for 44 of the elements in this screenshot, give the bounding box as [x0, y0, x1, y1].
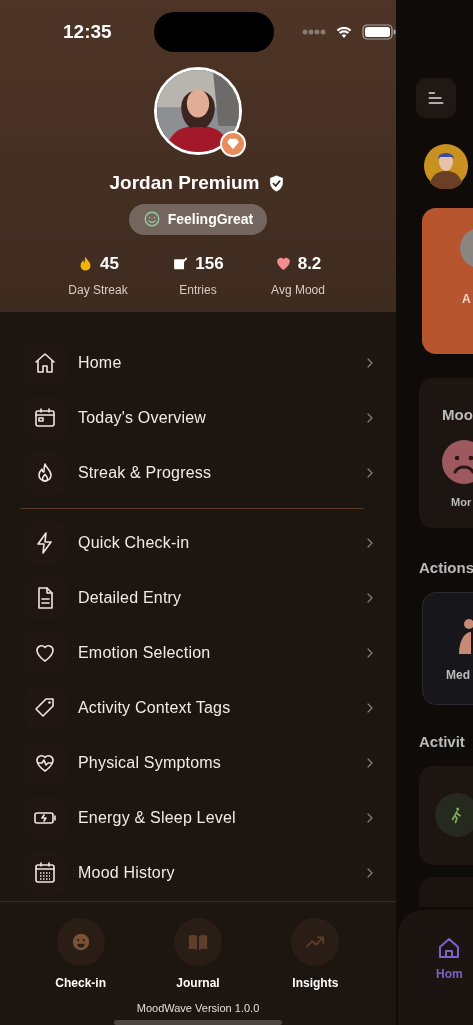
- menu-item[interactable]: Emotion Selection: [78, 641, 352, 665]
- stat-label: Avg Mood: [271, 282, 325, 299]
- diamond-icon: [226, 137, 240, 151]
- stat-value: 8.2: [297, 252, 322, 275]
- menu-item[interactable]: Streak & Progress: [78, 461, 352, 485]
- smiley-icon: [142, 210, 161, 228]
- home-tab[interactable]: Hom: [436, 936, 463, 983]
- menu-item[interactable]: Today's Overview: [78, 406, 352, 430]
- section-title: Activit: [419, 732, 465, 752]
- menu-item[interactable]: Energy & Sleep Level: [78, 806, 352, 830]
- calendar-grid-icon: [33, 861, 57, 885]
- mood-card-title: Moo: [442, 405, 473, 425]
- avatar-icon[interactable]: [424, 143, 468, 189]
- user-name: Jordan Premium: [109, 171, 260, 195]
- signal-icon: [302, 29, 326, 35]
- menu-item[interactable]: Mood History: [78, 861, 352, 885]
- action-tile[interactable]: [422, 592, 473, 705]
- menu-item[interactable]: Physical Symptoms: [78, 751, 352, 775]
- menu-button[interactable]: [416, 78, 456, 118]
- section-title: Actions: [419, 558, 473, 578]
- menu-item[interactable]: Home: [78, 351, 352, 375]
- home-icon: [437, 936, 462, 960]
- menu-item[interactable]: Activity Context Tags: [78, 696, 352, 720]
- menu-item[interactable]: Quick Check-in: [78, 531, 352, 555]
- mood-option-label: Mor: [451, 495, 472, 510]
- menu-item[interactable]: Detailed Entry: [78, 586, 352, 610]
- tag-icon: [33, 696, 57, 720]
- quick-action-button[interactable]: Journal: [153, 917, 243, 992]
- wifi-icon: [334, 24, 354, 40]
- stat-value: 156: [195, 252, 224, 275]
- home-icon: [33, 351, 57, 375]
- mood-badge: FeelingGreat: [128, 203, 268, 235]
- quick-action-button[interactable]: Insights: [270, 917, 361, 992]
- stat-label: Day Streak: [68, 282, 128, 299]
- battery-icon: [362, 24, 396, 40]
- action-label: Med: [446, 667, 470, 684]
- sad-face-icon[interactable]: [442, 440, 473, 484]
- stat-value: 45: [100, 252, 119, 275]
- stat-label: Entries: [179, 282, 217, 299]
- quick-action-button[interactable]: Check-in: [35, 917, 126, 992]
- calendar-icon: [33, 406, 57, 430]
- card-label: A: [462, 291, 471, 308]
- version-text: MoodWave Version 1.0.0: [136, 1000, 260, 1016]
- status-time: 12:35: [63, 19, 113, 44]
